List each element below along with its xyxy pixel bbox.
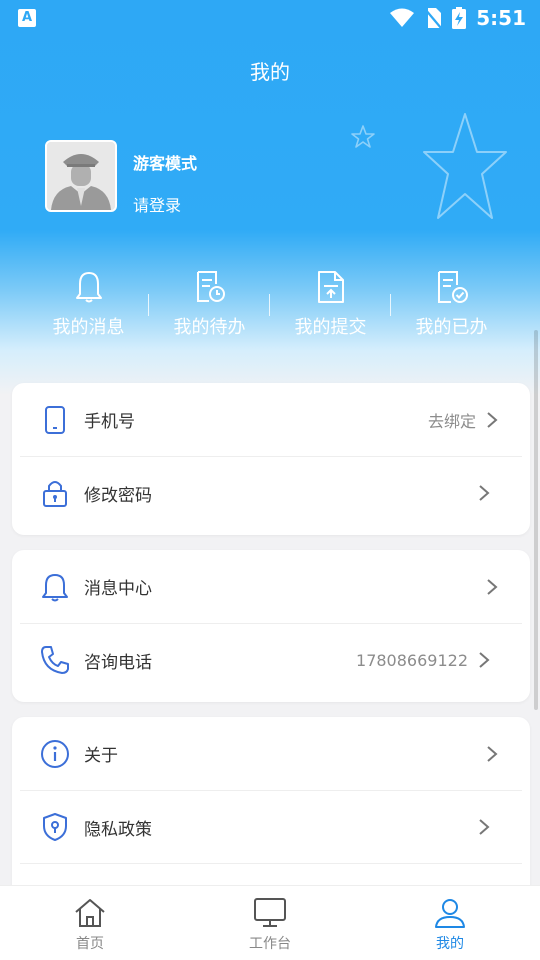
chevron-right-icon	[479, 652, 490, 668]
telephone-icon	[41, 646, 69, 674]
app-notification-icon: A	[18, 9, 36, 27]
chevron-right-icon	[487, 745, 498, 762]
page-title: 我的	[250, 60, 290, 84]
login-link[interactable]: 请登录	[133, 192, 197, 216]
phone-row[interactable]: 手机号 去绑定	[12, 383, 530, 456]
privacy-row[interactable]: 隐私政策	[20, 790, 522, 863]
privacy-label: 隐私政策	[84, 819, 152, 840]
shield-icon	[43, 813, 67, 841]
nav-workbench[interactable]: 工作台	[180, 886, 360, 960]
wifi-icon	[390, 8, 415, 27]
profile-name: 游客模式	[133, 154, 198, 173]
lock-icon	[43, 481, 67, 507]
bind-phone-link[interactable]: 去绑定	[428, 408, 476, 432]
status-bar: A 5:51	[0, 0, 540, 36]
nav-workbench-label: 工作台	[249, 936, 291, 952]
message-center-row[interactable]: 消息中心	[12, 550, 530, 623]
account-card: 手机号 去绑定 修改密码	[12, 383, 530, 535]
nav-home-label: 首页	[76, 936, 104, 952]
quick-action-label: 我的待办	[173, 317, 246, 338]
about-label: 关于	[84, 746, 118, 766]
battery-charging-icon	[452, 7, 467, 29]
large-star-icon	[423, 113, 507, 219]
quick-action-done[interactable]: 我的已办	[391, 268, 512, 340]
about-row[interactable]: 关于	[12, 717, 530, 790]
chevron-right-icon	[487, 411, 498, 428]
quick-action-label: 我的消息	[52, 317, 125, 338]
info-icon	[41, 739, 69, 768]
bottom-navigation: 首页 工作台 我的	[0, 885, 540, 960]
status-time: 5:51	[476, 6, 526, 30]
profile-section[interactable]: 游客模式 请登录	[45, 140, 197, 216]
scrollbar[interactable]	[534, 330, 538, 710]
submit-doc-icon	[317, 271, 344, 303]
chevron-right-icon	[479, 485, 490, 501]
chevron-right-icon	[479, 819, 490, 835]
hotline-number[interactable]: 17808669122	[356, 651, 468, 670]
todo-clock-icon	[196, 271, 225, 302]
no-sim-icon	[424, 8, 443, 29]
change-password-row[interactable]: 修改密码	[20, 456, 522, 529]
message-center-label: 消息中心	[84, 579, 152, 599]
user-icon	[435, 899, 465, 928]
hotline-label: 咨询电话	[84, 652, 152, 673]
change-password-label: 修改密码	[84, 485, 152, 506]
guard-avatar-icon	[47, 142, 115, 210]
avatar[interactable]	[45, 140, 117, 212]
phone-icon	[45, 405, 65, 434]
quick-actions: 我的消息 我的待办 我的提交 我的已办	[28, 268, 512, 340]
nav-home[interactable]: 首页	[0, 886, 180, 960]
quick-action-todo[interactable]: 我的待办	[149, 268, 270, 340]
service-card: 消息中心 咨询电话 17808669122	[12, 550, 530, 702]
home-icon	[75, 899, 105, 927]
monitor-icon	[254, 898, 286, 927]
quick-action-messages[interactable]: 我的消息	[28, 268, 149, 340]
quick-action-submitted[interactable]: 我的提交	[270, 268, 391, 340]
nav-mine-label: 我的	[436, 936, 464, 952]
bell-icon	[42, 573, 68, 601]
done-doc-icon	[437, 271, 468, 303]
hotline-row[interactable]: 咨询电话 17808669122	[20, 623, 522, 696]
chevron-right-icon	[487, 578, 498, 595]
nav-mine[interactable]: 我的	[360, 886, 540, 960]
small-star-icon	[351, 125, 375, 148]
bell-icon	[75, 272, 102, 303]
quick-action-label: 我的提交	[294, 317, 367, 338]
quick-action-label: 我的已办	[415, 317, 488, 338]
phone-label: 手机号	[84, 412, 135, 432]
